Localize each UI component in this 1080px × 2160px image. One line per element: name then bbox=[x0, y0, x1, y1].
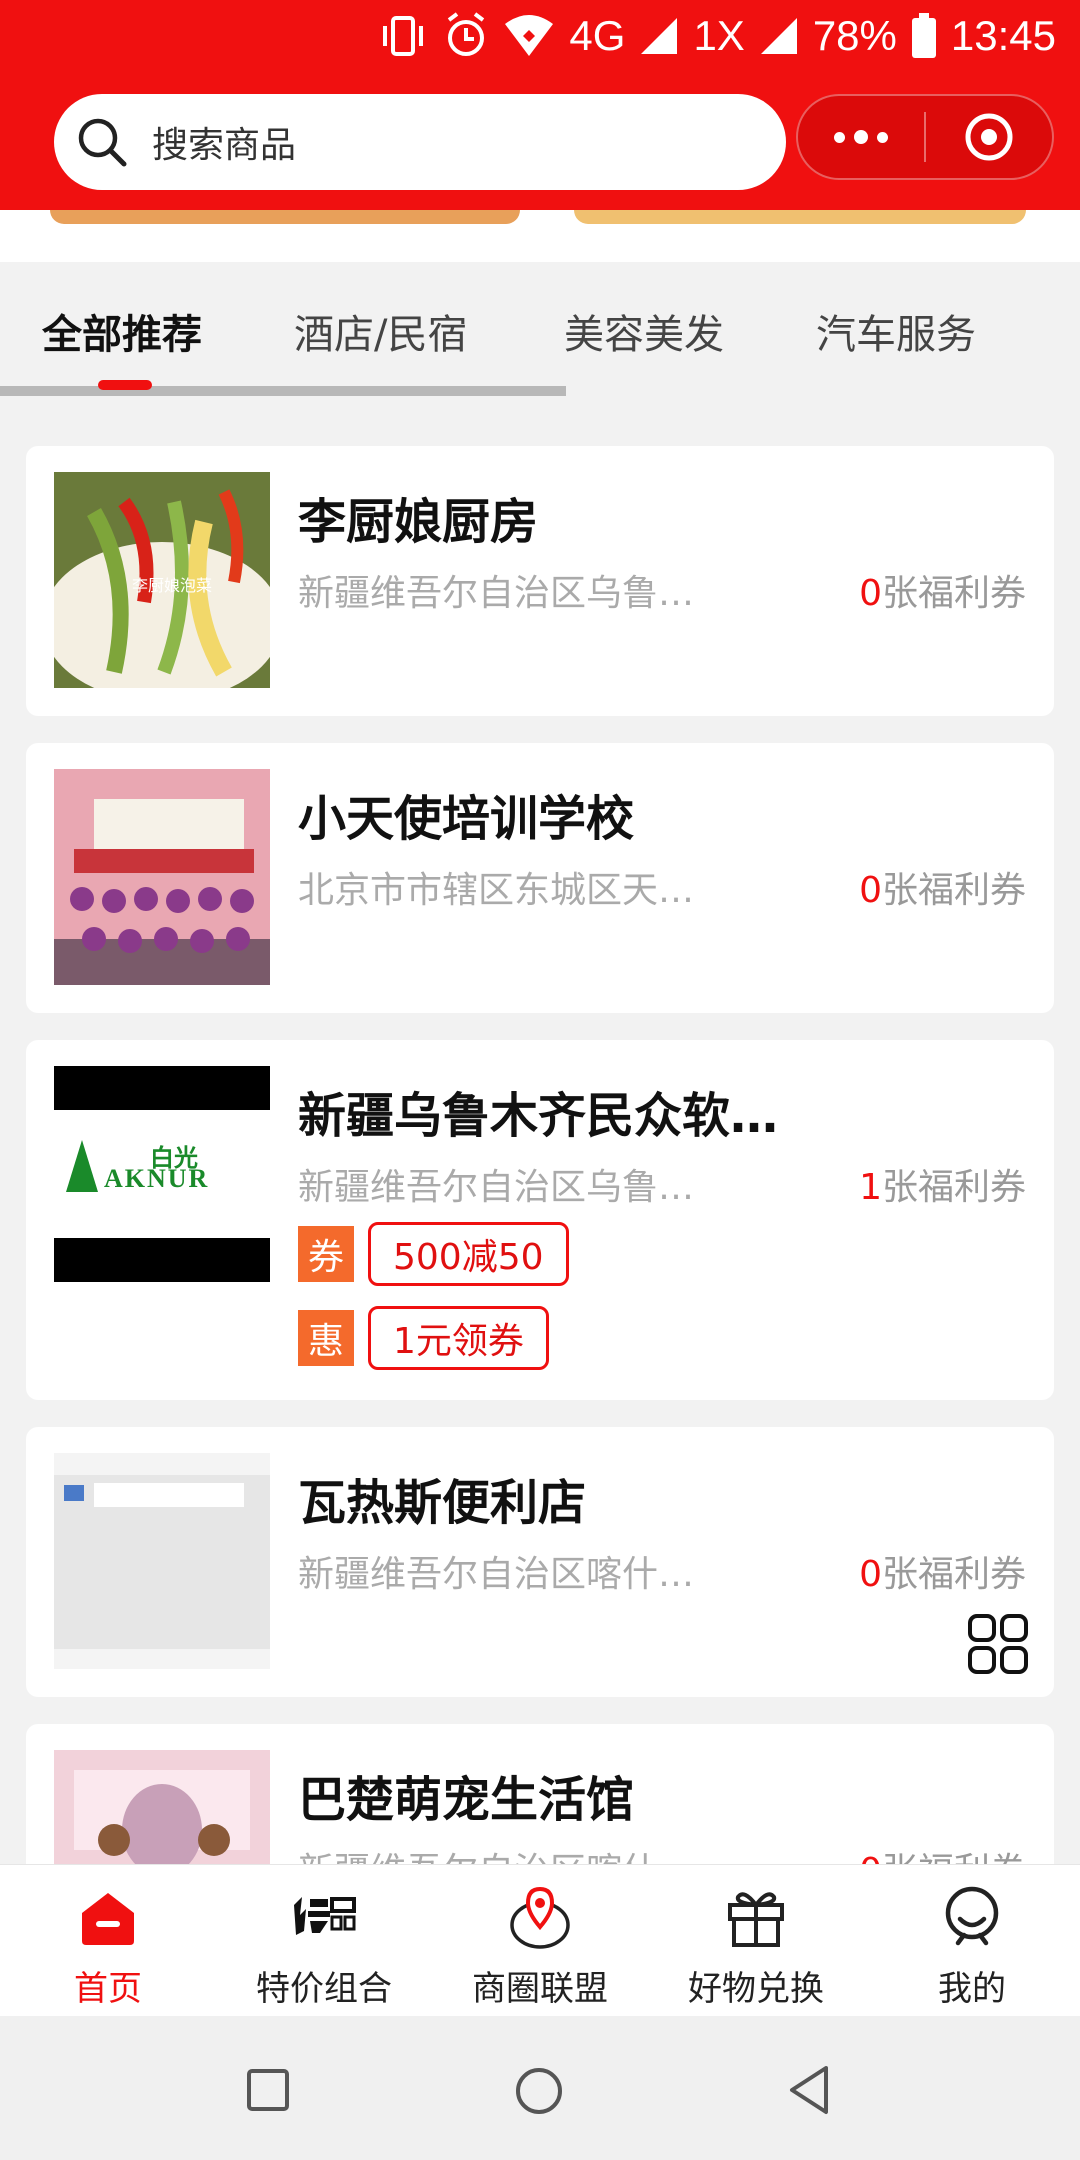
nav-mine[interactable]: 我的 bbox=[864, 1865, 1080, 2017]
nav-special-combo[interactable]: 特价组合 bbox=[216, 1865, 432, 2017]
signal-icon bbox=[641, 18, 678, 54]
coupon-number: 0 bbox=[859, 573, 882, 614]
search-input[interactable]: 搜索商品 bbox=[54, 94, 786, 190]
coupon-count: 0张福利券 bbox=[859, 861, 1026, 913]
bottom-nav: 首页 特价组合 商圈联盟 好物兑换 我的 bbox=[0, 1864, 1080, 2016]
tab-beauty[interactable]: 美容美发 bbox=[564, 302, 724, 360]
profile-icon bbox=[945, 1886, 999, 1946]
category-tabs: 全部推荐 酒店/民宿 美容美发 汽车服务 bbox=[0, 262, 1080, 402]
discount-tag[interactable]: 1元领券 bbox=[368, 1306, 549, 1370]
coupon-number: 0 bbox=[859, 870, 882, 911]
close-miniapp-button[interactable] bbox=[926, 111, 1052, 163]
nav-label: 好物兑换 bbox=[688, 1969, 824, 2009]
discount-tag-row[interactable]: 惠 1元领券 bbox=[298, 1306, 549, 1370]
app-header: 4G 1X 78% 13:45 搜索商品 bbox=[0, 0, 1080, 210]
back-icon[interactable] bbox=[786, 2064, 832, 2116]
coupon-count: 0张福利券 bbox=[859, 564, 1026, 616]
tab-hotel[interactable]: 酒店/民宿 bbox=[294, 302, 467, 360]
status-bar: 4G 1X 78% 13:45 bbox=[0, 0, 1080, 72]
tab-scrollbar bbox=[0, 386, 566, 396]
coupon-number: 1 bbox=[859, 1167, 882, 1208]
search-icon bbox=[78, 118, 127, 167]
nav-home[interactable]: 首页 bbox=[0, 1865, 216, 2017]
discount-badge: 惠 bbox=[298, 1310, 354, 1366]
merchant-name: 巴楚萌宠生活馆 bbox=[298, 1772, 635, 1828]
merchant-card[interactable]: 巴楚萌宠生活馆 新疆维吾尔自治区喀什… 0张福利券 bbox=[26, 1724, 1054, 1884]
merchant-address: 新疆维吾尔自治区喀什… bbox=[298, 1554, 695, 1595]
tab-auto-service[interactable]: 汽车服务 bbox=[816, 302, 976, 360]
coupon-count: 0张福利券 bbox=[859, 1545, 1026, 1597]
signal-icon bbox=[760, 18, 797, 54]
grid-menu-icon[interactable] bbox=[966, 1612, 1030, 1676]
coupon-count: 1张福利券 bbox=[859, 1158, 1026, 1210]
banner-image bbox=[574, 210, 1026, 224]
target-icon bbox=[965, 113, 1013, 161]
banner-image bbox=[50, 210, 520, 224]
coupon-tag-row[interactable]: 券 500减50 bbox=[298, 1222, 569, 1286]
nav-goods-exchange[interactable]: 好物兑换 bbox=[648, 1865, 864, 2017]
battery-percent: 78% bbox=[812, 12, 897, 59]
wifi-icon bbox=[505, 15, 554, 56]
location-pin-icon bbox=[510, 1886, 570, 1949]
dot-icon bbox=[877, 131, 888, 143]
tab-active-indicator bbox=[98, 380, 152, 390]
merchant-name: 瓦热斯便利店 bbox=[298, 1475, 587, 1531]
merchant-name: 李厨娘厨房 bbox=[298, 494, 539, 550]
merchant-card[interactable]: 瓦热斯便利店 新疆维吾尔自治区喀什… 0张福利券 bbox=[26, 1427, 1054, 1697]
merchant-card[interactable]: 白光 AKNUR 新疆乌鲁木齐民众软… 新疆维吾尔自治区乌鲁… 1张福利券 券 … bbox=[26, 1040, 1054, 1400]
clock: 13:45 bbox=[950, 12, 1056, 59]
merchant-name: 小天使培训学校 bbox=[298, 791, 635, 847]
battery-icon bbox=[911, 13, 936, 58]
thumbnail-caption: 李厨娘泡菜 bbox=[132, 576, 213, 595]
coupon-badge: 券 bbox=[298, 1226, 354, 1282]
merchant-address: 新疆维吾尔自治区乌鲁… bbox=[298, 1167, 695, 1208]
nav-label: 特价组合 bbox=[256, 1969, 392, 2009]
baopin-icon bbox=[294, 1897, 356, 1935]
merchant-thumbnail: 李厨娘泡菜 bbox=[54, 472, 270, 688]
coupon-label: 张福利券 bbox=[881, 870, 1026, 911]
network-type: 4G bbox=[569, 12, 626, 59]
coupon-label: 张福利券 bbox=[881, 573, 1026, 614]
merchant-thumbnail: 白光 AKNUR bbox=[54, 1066, 270, 1282]
dot-icon bbox=[834, 131, 845, 143]
merchant-thumbnail bbox=[54, 1453, 270, 1669]
nav-label: 首页 bbox=[74, 1969, 142, 2009]
banner-carousel[interactable] bbox=[0, 210, 1080, 262]
network-type-secondary: 1X bbox=[693, 12, 745, 59]
merchant-name: 新疆乌鲁木齐民众软… bbox=[298, 1088, 779, 1144]
miniapp-capsule bbox=[796, 94, 1054, 180]
more-button[interactable] bbox=[798, 130, 924, 144]
thumbnail-logo-subtext: AKNUR bbox=[104, 1164, 210, 1193]
gift-icon bbox=[728, 1892, 784, 1947]
coupon-label: 张福利券 bbox=[881, 1167, 1026, 1208]
merchant-card[interactable]: 小天使培训学校 北京市市辖区东城区天… 0张福利券 bbox=[26, 743, 1054, 1013]
merchant-address: 新疆维吾尔自治区乌鲁… bbox=[298, 573, 695, 614]
home-icon bbox=[82, 1893, 134, 1945]
merchant-card[interactable]: 李厨娘泡菜 李厨娘厨房 新疆维吾尔自治区乌鲁… 0张福利券 bbox=[26, 446, 1054, 716]
logo-mark bbox=[66, 1140, 98, 1192]
vibrate-icon bbox=[383, 16, 424, 56]
system-nav-bar bbox=[0, 2016, 1080, 2160]
nav-label: 商圈联盟 bbox=[472, 1969, 608, 2009]
dot-icon bbox=[854, 130, 868, 144]
alarm-icon bbox=[448, 12, 485, 56]
coupon-tag[interactable]: 500减50 bbox=[368, 1222, 569, 1286]
nav-label: 我的 bbox=[938, 1969, 1006, 2009]
home-circle-icon[interactable] bbox=[514, 2066, 564, 2116]
nav-business-circle[interactable]: 商圈联盟 bbox=[432, 1865, 648, 2017]
merchant-thumbnail bbox=[54, 769, 270, 985]
recents-icon[interactable] bbox=[246, 2068, 290, 2112]
tab-all-recommend[interactable]: 全部推荐 bbox=[42, 302, 202, 360]
coupon-number: 0 bbox=[859, 1554, 882, 1595]
coupon-label: 张福利券 bbox=[881, 1554, 1026, 1595]
merchant-address: 北京市市辖区东城区天… bbox=[298, 870, 695, 911]
search-placeholder: 搜索商品 bbox=[152, 125, 297, 166]
